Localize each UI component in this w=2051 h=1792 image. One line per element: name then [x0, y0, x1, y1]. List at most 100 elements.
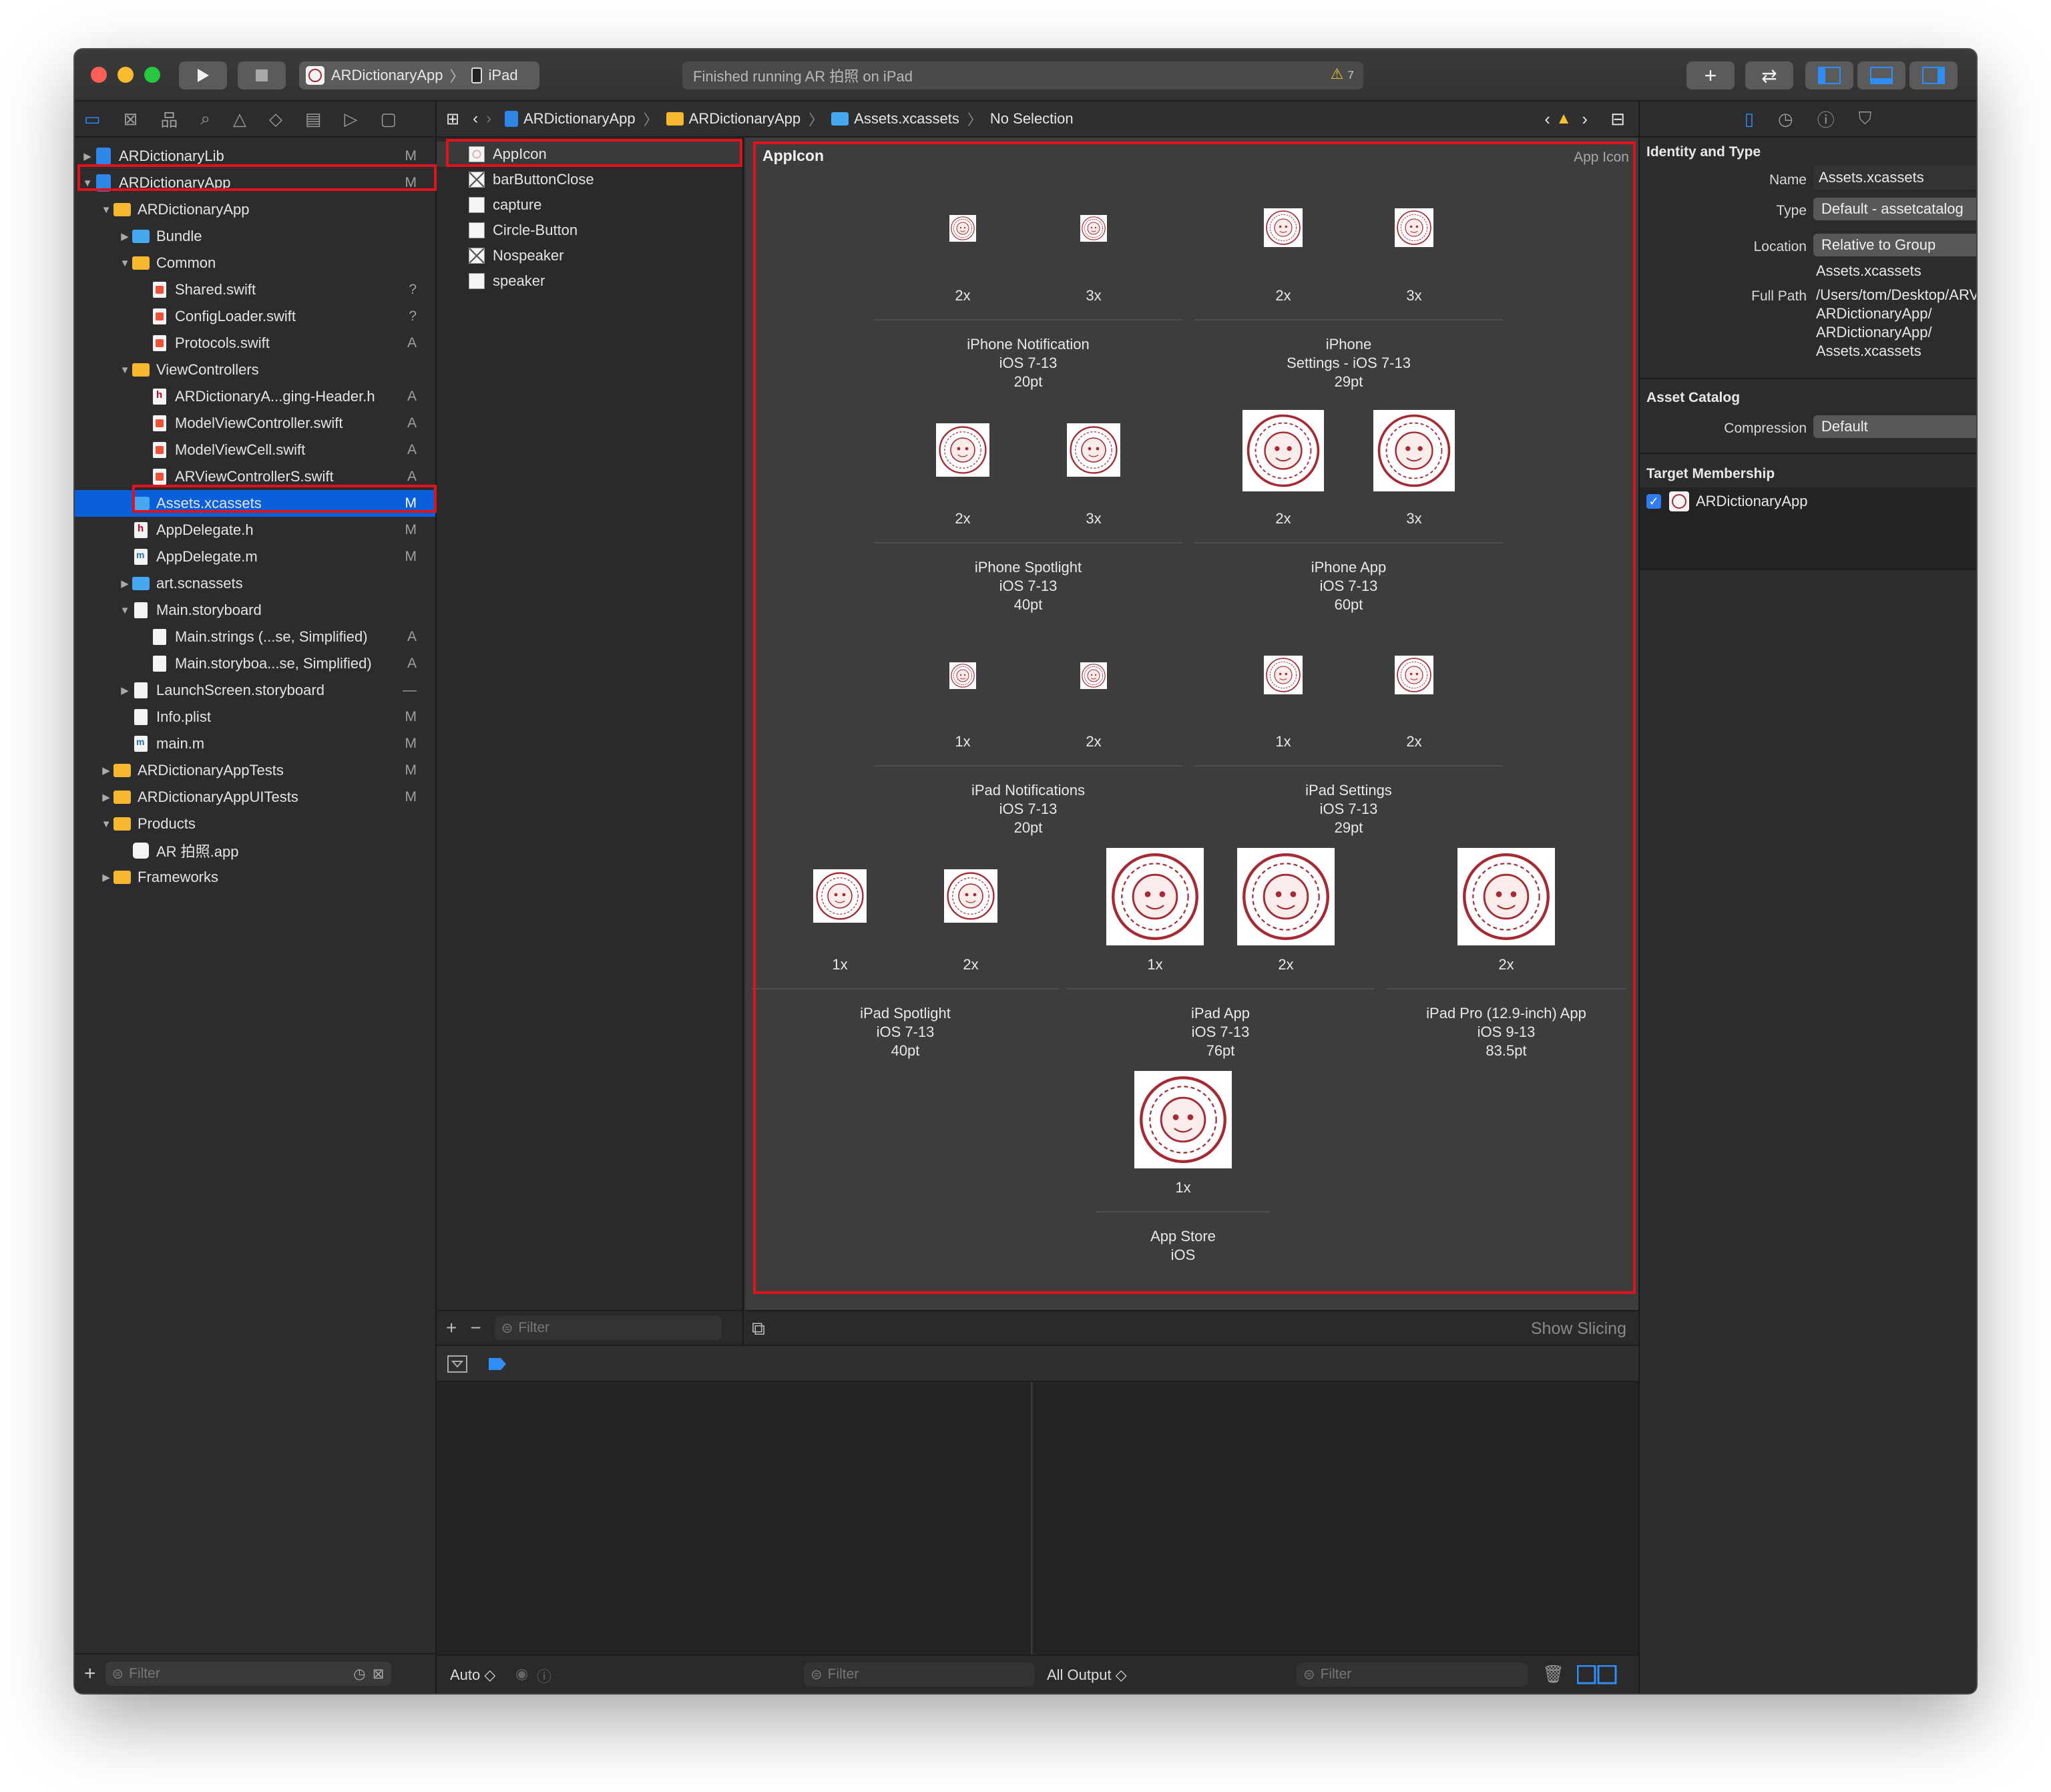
folder-icon[interactable]: ▭: [84, 109, 101, 130]
type-popup[interactable]: Default - assetcatalog: [1813, 198, 1976, 220]
tree-row[interactable]: ▶ Bundle: [75, 223, 435, 250]
tree-row[interactable]: Shared.swift?: [75, 276, 435, 303]
next-issue-icon[interactable]: ›: [1582, 109, 1588, 130]
grid-icon[interactable]: ⊞: [446, 109, 459, 129]
disclosure-closed-icon[interactable]: ▶: [99, 871, 113, 883]
warning-indicator[interactable]: ⚠ 7: [1331, 65, 1354, 83]
navigator-filter-field[interactable]: ⊜ Filter ◷ ⊠: [105, 1662, 391, 1686]
breadcrumb-assets[interactable]: Assets.xcassets: [831, 110, 959, 128]
icon-slot[interactable]: [949, 215, 976, 242]
tree-row[interactable]: ▶ ARDictionaryAppUITests M: [75, 784, 435, 811]
icon-slot[interactable]: [1134, 1071, 1232, 1168]
source-control-icon[interactable]: ⊠: [124, 109, 138, 130]
tree-row[interactable]: ▶ LaunchScreen.storyboard —: [75, 677, 435, 704]
disclosure-open-icon[interactable]: ▼: [80, 178, 95, 189]
disclosure-open-icon[interactable]: ▼: [99, 204, 113, 216]
tree-row[interactable]: ▶ ARDictionaryLib M: [75, 143, 435, 170]
hide-debug-area-icon[interactable]: [447, 1355, 467, 1373]
variables-filter-field[interactable]: ⊜ Filter: [804, 1662, 1035, 1687]
tree-row[interactable]: AppDelegate.h M: [75, 517, 435, 543]
debug-icon[interactable]: ▤: [305, 109, 322, 130]
tree-row[interactable]: main.m M: [75, 730, 435, 757]
code-review-button[interactable]: ⇄: [1745, 61, 1793, 89]
tree-row[interactable]: ▶ ARDictionaryAppTests M: [75, 757, 435, 784]
icon-slot[interactable]: [1264, 208, 1303, 247]
forward-arrow-icon[interactable]: ›: [486, 109, 491, 128]
icon-slot[interactable]: [813, 869, 867, 923]
icon-slot[interactable]: [1395, 208, 1433, 247]
symbol-icon[interactable]: 品: [160, 107, 178, 132]
tree-row[interactable]: ARDictionaryA...ging-Header.h A: [75, 383, 435, 410]
back-arrow-icon[interactable]: ‹: [473, 109, 478, 128]
breadcrumb-folder[interactable]: ARDictionaryApp: [666, 110, 801, 128]
disclosure-closed-icon[interactable]: ▶: [80, 150, 95, 162]
file-inspector-icon[interactable]: ▯: [1745, 109, 1754, 130]
trash-icon[interactable]: 🗑: [1542, 1664, 1564, 1685]
asset-list-item[interactable]: Circle-Button: [437, 218, 742, 243]
tree-row[interactable]: ▼ ARDictionaryApp: [75, 196, 435, 223]
disclosure-closed-icon[interactable]: ▶: [99, 791, 113, 803]
diamond-icon[interactable]: ◇: [269, 109, 282, 130]
tree-row[interactable]: ▼ Main.storyboard: [75, 597, 435, 624]
disclosure-closed-icon[interactable]: ▶: [118, 684, 132, 696]
asset-list-item[interactable]: barButtonClose: [437, 167, 742, 192]
tree-row[interactable]: Main.strings (...se, Simplified) A: [75, 624, 435, 650]
icon-slot[interactable]: [1237, 848, 1335, 945]
disclosure-open-icon[interactable]: ▼: [118, 365, 132, 376]
icon-slot[interactable]: [1395, 656, 1433, 694]
tree-row[interactable]: Main.storyboa...se, Simplified) A: [75, 650, 435, 677]
library-button[interactable]: +: [1686, 61, 1735, 89]
icon-slot[interactable]: [949, 662, 976, 689]
asset-list-item[interactable]: speaker: [437, 268, 742, 294]
tree-row[interactable]: ▼ Products: [75, 811, 435, 837]
tree-row[interactable]: ▼ ViewControllers: [75, 357, 435, 383]
icon-slot[interactable]: [1080, 662, 1107, 689]
location-popup[interactable]: Relative to Group: [1813, 234, 1976, 256]
scheme-selector[interactable]: ARDictionaryApp 〉 iPad: [299, 61, 539, 89]
icon-slot[interactable]: [1242, 410, 1324, 491]
icon-slot[interactable]: [1080, 215, 1107, 242]
icon-slot[interactable]: [1067, 423, 1120, 477]
tree-row[interactable]: ▶ art.scnassets: [75, 570, 435, 597]
tree-row[interactable]: ModelViewCell.swift A: [75, 437, 435, 463]
search-icon[interactable]: ⌕: [200, 108, 210, 130]
tree-row[interactable]: Info.plist M: [75, 704, 435, 730]
close-window-button[interactable]: [91, 67, 107, 83]
tree-row[interactable]: Assets.xcassets M: [75, 490, 435, 517]
disclosure-closed-icon[interactable]: ▶: [118, 578, 132, 590]
disclosure-closed-icon[interactable]: ▶: [99, 764, 113, 776]
eye-icon[interactable]: ◉: [515, 1665, 528, 1683]
toggle-navigator-button[interactable]: [1805, 61, 1853, 89]
asset-list-item[interactable]: Nospeaker: [437, 243, 742, 268]
console-output-selector[interactable]: All Output ◇: [1047, 1666, 1127, 1684]
icon-slot[interactable]: [936, 423, 989, 477]
disclosure-open-icon[interactable]: ▼: [118, 605, 132, 616]
tree-row[interactable]: AppDelegate.m M: [75, 543, 435, 570]
run-button[interactable]: [179, 61, 227, 89]
clock-icon[interactable]: ◷: [353, 1666, 365, 1683]
attributes-icon[interactable]: ⛉: [1859, 108, 1872, 130]
show-slicing-button[interactable]: Show Slicing: [1531, 1319, 1626, 1339]
disclosure-closed-icon[interactable]: ▶: [118, 230, 132, 242]
membership-checkbox[interactable]: ✓: [1646, 494, 1661, 509]
icon-slot[interactable]: [944, 869, 997, 923]
breadcrumb-project[interactable]: ARDictionaryApp: [505, 110, 636, 128]
warning-icon[interactable]: ▲: [1556, 109, 1572, 128]
slicing-icon[interactable]: ⧉: [752, 1318, 765, 1340]
tree-row[interactable]: ARViewControllerS.swift A: [75, 463, 435, 490]
toggle-inspector-button[interactable]: [1909, 61, 1958, 89]
tree-row[interactable]: ▼ Common: [75, 250, 435, 276]
report-icon[interactable]: ▢: [381, 109, 397, 130]
disclosure-open-icon[interactable]: ▼: [118, 258, 132, 269]
zoom-window-button[interactable]: [144, 67, 160, 83]
breakpoints-toggle-icon[interactable]: [487, 1357, 507, 1371]
breadcrumb-selection[interactable]: No Selection: [990, 110, 1074, 128]
info-icon[interactable]: ⓘ: [537, 1665, 551, 1687]
help-icon[interactable]: ⓘ: [1817, 107, 1835, 132]
minimize-window-button[interactable]: [118, 67, 134, 83]
asset-list-item[interactable]: AppIcon: [437, 142, 742, 167]
icon-slot[interactable]: [1106, 848, 1204, 945]
split-console-icon[interactable]: [1577, 1665, 1617, 1685]
tree-row[interactable]: AR 拍照.app: [75, 837, 435, 864]
source-filter-icon[interactable]: ⊠: [373, 1666, 385, 1683]
